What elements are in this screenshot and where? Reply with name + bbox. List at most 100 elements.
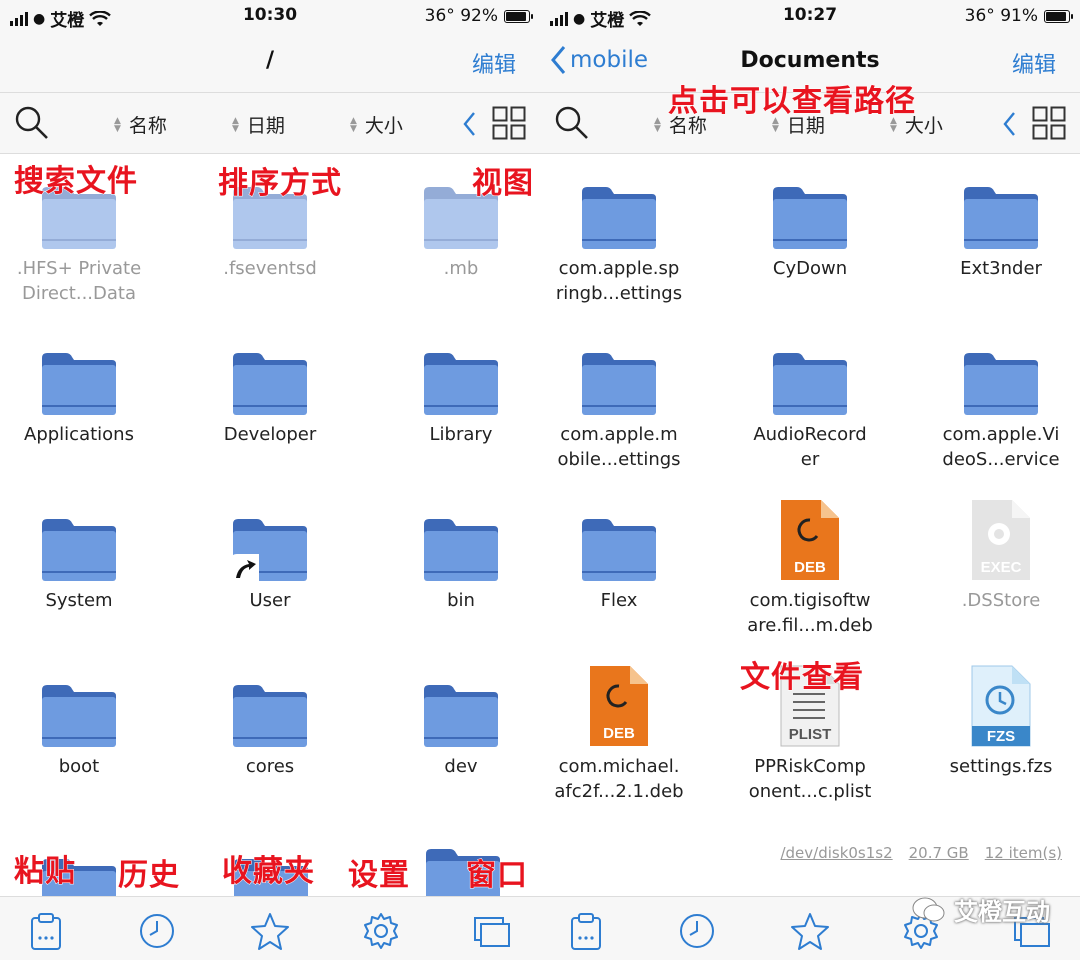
item-count: 12 item(s) xyxy=(984,844,1062,862)
sort-arrows-icon: ▲ ▼ xyxy=(350,115,357,134)
file-item[interactable]: FZS settings.fzs xyxy=(916,665,1080,779)
file-name-line: com.apple.sp xyxy=(558,258,680,279)
sort-name-label: 名称 xyxy=(128,115,167,137)
folder-icon xyxy=(422,516,500,582)
file-name: cores xyxy=(245,756,295,777)
file-name: System xyxy=(45,590,113,611)
folder-icon xyxy=(580,516,658,582)
chevron-left-icon[interactable] xyxy=(1002,111,1016,137)
folder-icon xyxy=(40,516,118,582)
tab-bar xyxy=(0,896,540,960)
file-name: .DSStore xyxy=(916,588,1080,613)
search-icon[interactable] xyxy=(14,105,50,141)
sort-by-size-button[interactable]: ▲ ▼ 大小 xyxy=(350,111,403,138)
grid-view-icon[interactable] xyxy=(492,106,526,140)
folder-icon xyxy=(40,350,118,416)
file-name-line: obile...ettings xyxy=(557,449,681,470)
file-item[interactable]: bin xyxy=(376,516,540,613)
file-item[interactable]: DEB com.michael. afc2f...2.1.deb xyxy=(540,666,704,804)
file-item[interactable]: cores xyxy=(185,682,355,779)
file-name-line: deoS...ervice xyxy=(942,449,1060,470)
folder-icon xyxy=(40,682,118,748)
file-name: bin xyxy=(447,590,475,611)
grid-view-icon[interactable] xyxy=(1032,106,1066,140)
file-item[interactable]: EXEC .DSStore xyxy=(916,500,1080,613)
folder-icon xyxy=(422,682,500,748)
file-name-line: com.michael. xyxy=(558,756,680,777)
file-name: CyDown xyxy=(725,256,895,281)
file-item[interactable]: com.apple.m obile...ettings xyxy=(540,350,704,472)
file-item[interactable]: CyDown xyxy=(725,184,895,281)
svg-text:PLIST: PLIST xyxy=(789,726,832,743)
file-item[interactable]: Developer xyxy=(185,350,355,447)
disk-size: 20.7 GB xyxy=(908,844,969,862)
file-item[interactable]: System xyxy=(0,516,164,613)
file-item[interactable]: Ext3nder xyxy=(916,184,1080,281)
paste-clipboard-icon[interactable] xyxy=(26,911,66,951)
history-clock-icon[interactable] xyxy=(137,911,177,951)
file-item[interactable]: PLIST PPRiskComp onent...c.plist xyxy=(725,665,895,804)
file-name: Developer xyxy=(223,424,317,445)
sort-arrows-icon: ▲ ▼ xyxy=(114,115,121,134)
folder-icon xyxy=(771,184,849,250)
file-item[interactable]: Applications xyxy=(0,350,164,447)
file-name-line: are.fil...m.deb xyxy=(747,615,873,636)
file-name: settings.fzs xyxy=(916,754,1080,779)
favorites-star-icon[interactable] xyxy=(250,911,290,951)
battery-label: 36° 91% xyxy=(964,6,1038,26)
file-item[interactable]: Flex xyxy=(540,516,704,613)
file-item[interactable]: User xyxy=(185,516,355,613)
file-item[interactable]: com.apple.sp ringb...ettings xyxy=(540,184,704,306)
annotation-search: 搜索文件 xyxy=(14,164,138,200)
file-item[interactable]: DEB com.tigisoftw are.fil...m.deb xyxy=(725,500,895,638)
file-item[interactable]: .HFS+ Private Direct...Data xyxy=(0,184,164,306)
folder-icon xyxy=(231,350,309,416)
file-name: com.michael. afc2f...2.1.deb xyxy=(540,754,704,804)
annotation-settings: 设置 xyxy=(348,858,410,894)
annotation-view: 视图 xyxy=(472,166,534,202)
deb-file-icon: DEB xyxy=(586,664,652,748)
folder-icon xyxy=(580,184,658,250)
file-name: Flex xyxy=(540,588,704,613)
file-name: Ext3nder xyxy=(916,256,1080,281)
page-title[interactable]: Documents xyxy=(540,48,1080,73)
favorites-star-icon[interactable] xyxy=(790,911,830,951)
disk-info: /dev/disk0s1s2 20.7 GB 12 item(s) xyxy=(780,844,1062,862)
file-name: AudioRecord er xyxy=(725,422,895,472)
file-item[interactable]: dev xyxy=(376,682,540,779)
edit-button[interactable]: 编辑 xyxy=(1012,47,1056,79)
file-name-line: .DSStore xyxy=(961,590,1041,611)
file-name: .HFS+ Private Direct...Data xyxy=(16,258,142,304)
sort-by-name-button[interactable]: ▲ ▼ 名称 xyxy=(114,111,167,138)
paste-clipboard-icon[interactable] xyxy=(566,911,606,951)
search-icon[interactable] xyxy=(554,105,590,141)
disk-path[interactable]: /dev/disk0s1s2 xyxy=(780,844,892,862)
history-clock-icon[interactable] xyxy=(677,911,717,951)
file-name: com.tigisoftw are.fil...m.deb xyxy=(725,588,895,638)
file-name-line: Flex xyxy=(600,590,638,611)
chevron-left-icon[interactable] xyxy=(462,111,476,137)
file-item[interactable]: Library xyxy=(376,350,540,447)
file-name-line: settings.fzs xyxy=(949,756,1053,777)
folder-icon xyxy=(962,184,1040,250)
exec-file-icon: EXEC xyxy=(968,498,1034,582)
file-item[interactable]: boot xyxy=(0,682,164,779)
file-name: .mb xyxy=(443,258,479,279)
edit-button[interactable]: 编辑 xyxy=(472,47,516,79)
deb-file-icon: DEB xyxy=(777,498,843,582)
watermark-text: 艾橙互动 xyxy=(954,898,1050,926)
folder-icon xyxy=(422,350,500,416)
status-bar: ● 艾橙 10:27 36° 91% xyxy=(540,0,1080,32)
annotation-viewer: 文件查看 xyxy=(740,660,864,696)
wechat-icon xyxy=(912,897,945,921)
settings-gear-icon[interactable] xyxy=(361,911,401,951)
windows-icon[interactable] xyxy=(472,911,512,951)
sort-by-date-button[interactable]: ▲ ▼ 日期 xyxy=(232,111,285,138)
svg-text:DEB: DEB xyxy=(603,725,635,742)
file-name: boot xyxy=(58,756,100,777)
sort-date-label: 日期 xyxy=(246,115,285,137)
file-item[interactable]: AudioRecord er xyxy=(725,350,895,472)
fzs-file-icon: FZS xyxy=(968,664,1034,748)
file-item[interactable]: com.apple.Vi deoS...ervice xyxy=(916,350,1080,472)
file-name-line: com.apple.m xyxy=(560,424,678,445)
